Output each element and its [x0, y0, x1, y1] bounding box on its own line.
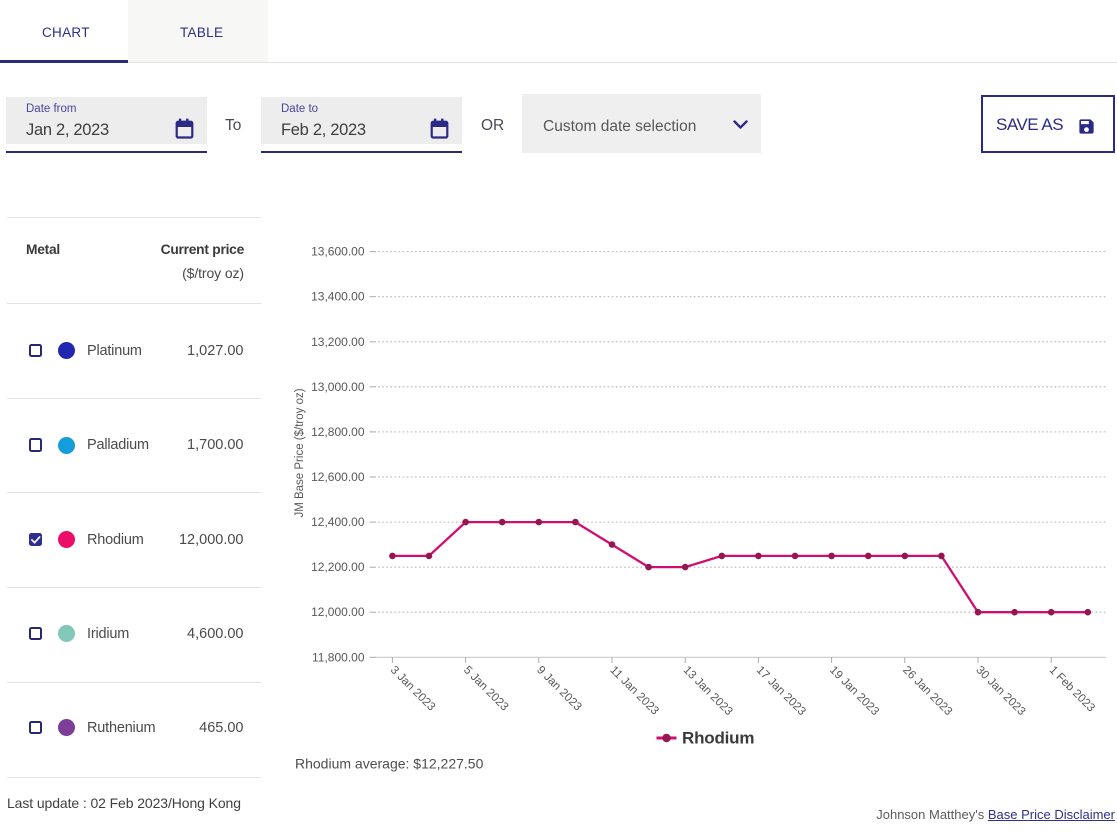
svg-text:13,200.00: 13,200.00 [311, 335, 365, 349]
svg-text:30 Jan 2023: 30 Jan 2023 [973, 663, 1028, 718]
svg-text:12,000.00: 12,000.00 [311, 605, 365, 619]
svg-text:11,800.00: 11,800.00 [312, 650, 365, 664]
svg-text:Rhodium: Rhodium [682, 729, 754, 748]
svg-text:11 Jan 2023: 11 Jan 2023 [607, 663, 661, 717]
svg-text:12,800.00: 12,800.00 [311, 425, 365, 439]
svg-text:12,400.00: 12,400.00 [311, 515, 365, 529]
svg-text:26 Jan 2023: 26 Jan 2023 [900, 663, 955, 718]
svg-text:12,200.00: 12,200.00 [311, 560, 365, 574]
svg-text:13,000.00: 13,000.00 [311, 380, 365, 394]
svg-text:13 Jan 2023: 13 Jan 2023 [681, 663, 736, 718]
svg-text:13,600.00: 13,600.00 [311, 245, 365, 259]
svg-text:19 Jan 2023: 19 Jan 2023 [827, 663, 882, 718]
svg-text:12,600.00: 12,600.00 [311, 470, 365, 484]
svg-text:5 Jan 2023: 5 Jan 2023 [461, 663, 511, 713]
svg-text:9 Jan 2023: 9 Jan 2023 [534, 663, 584, 713]
svg-text:3 Jan 2023: 3 Jan 2023 [388, 663, 438, 713]
svg-text:1 Feb 2023: 1 Feb 2023 [1047, 663, 1098, 714]
svg-text:Rhodium average: $12,227.50: Rhodium average: $12,227.50 [295, 756, 484, 772]
svg-text:17 Jan 2023: 17 Jan 2023 [754, 663, 809, 718]
svg-text:13,400.00: 13,400.00 [311, 290, 365, 304]
svg-text:JM Base Price ($/troy oz): JM Base Price ($/troy oz) [294, 388, 306, 517]
